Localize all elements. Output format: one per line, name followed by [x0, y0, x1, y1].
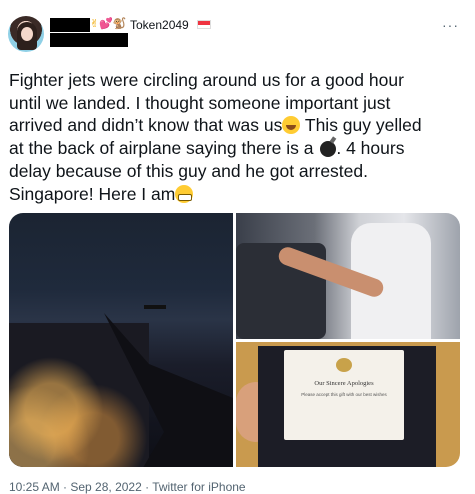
tweet-line-4: at the back of airplane saying there is …: [9, 138, 405, 159]
media-grid: Our Sincere Apologies Please accept this…: [9, 213, 460, 467]
tweet-text: Fighter jets were circling around us for…: [9, 69, 469, 205]
tweet-line-3: arrived and didn’t know that was us This…: [9, 115, 422, 136]
tweet-card: ✌💕🐒 Token2049 ··· Fighter jets were circ…: [0, 0, 475, 494]
singapore-flag-icon: [197, 20, 211, 29]
apology-card: Our Sincere Apologies Please accept this…: [284, 350, 404, 440]
card-title: Our Sincere Apologies: [314, 380, 374, 387]
name-emoji-decorations: ✌💕🐒: [90, 17, 127, 31]
photo-night-plane-window[interactable]: [9, 213, 233, 467]
fighter-jet-silhouette: [144, 305, 166, 309]
photo-arrest-in-cabin[interactable]: [236, 213, 460, 339]
bomb-emoji: [320, 141, 337, 158]
more-options-icon[interactable]: ···: [442, 17, 459, 33]
redacted-display-name: [50, 18, 90, 32]
two-hearts-emoji: 💕: [99, 17, 113, 30]
tweet-line-5: delay because of this guy and he got arr…: [9, 160, 368, 181]
tweet-timestamp[interactable]: 10:25 AM · Sep 28, 2022 · Twitter for iP…: [9, 480, 246, 494]
avatar-face: [21, 27, 33, 41]
card-body: Please accept this gift with our best wi…: [301, 392, 387, 397]
redacted-username: [50, 33, 128, 47]
monkey-emoji: 🐒: [112, 17, 127, 30]
tweet-line-2: until we landed. I thought someone impor…: [9, 92, 391, 113]
grimacing-face-emoji: [175, 184, 194, 203]
photo-apology-gift-card[interactable]: Our Sincere Apologies Please accept this…: [236, 342, 460, 467]
tears-of-joy-emoji: [282, 116, 301, 135]
airline-logo-icon: [336, 358, 352, 372]
display-name-text[interactable]: Token2049: [130, 17, 189, 33]
tweet-line-6: Singapore! Here I am: [9, 183, 469, 206]
victory-hand-emoji: ✌: [90, 17, 100, 30]
tweet-line-1: Fighter jets were circling around us for…: [9, 70, 404, 90]
avatar[interactable]: [8, 16, 44, 52]
